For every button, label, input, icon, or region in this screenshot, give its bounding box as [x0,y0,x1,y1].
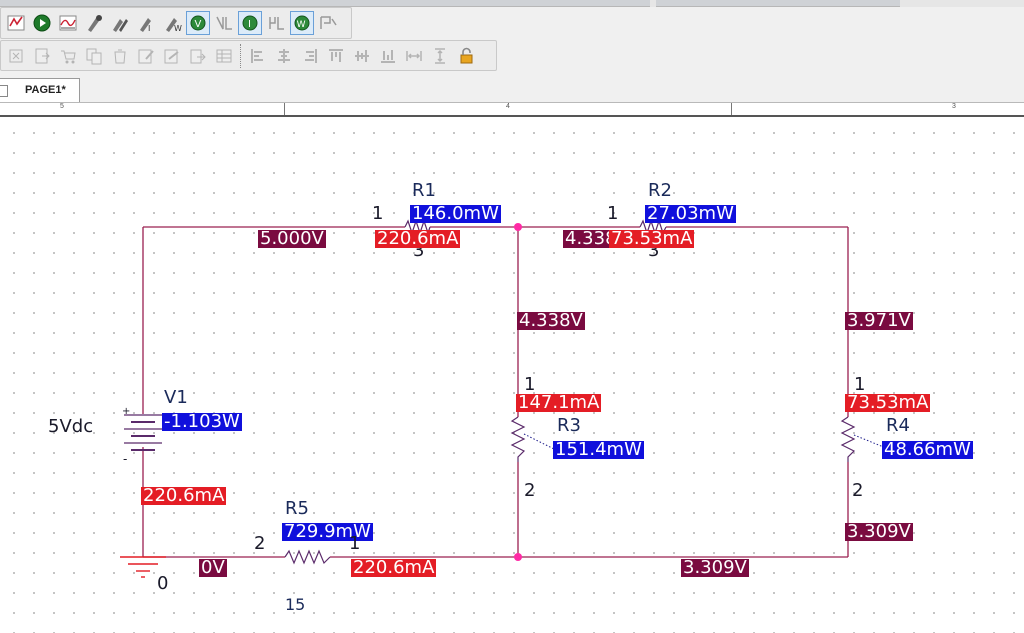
ruler-mark-4: 4 [506,103,510,110]
resistor-r5-symbol[interactable] [284,549,331,565]
run-icon[interactable] [30,11,54,35]
table-icon[interactable] [212,44,236,68]
ruler-tick [731,103,732,115]
ruler-mark-5: 5 [60,103,64,110]
r4-current-label[interactable]: 73.53mA [845,394,931,412]
r3-pin2: 2 [524,480,536,501]
simulation-settings-icon[interactable] [4,11,28,35]
differential-marker-icon[interactable] [108,11,132,35]
r1-power-label[interactable]: 146.0mW [410,205,501,223]
distribute-v-icon[interactable] [428,44,452,68]
ruler-tick [284,103,285,115]
export-icon[interactable] [186,44,210,68]
enable-current-icon[interactable] [264,11,288,35]
r5-pin2: 2 [254,533,266,554]
node-voltage-bottom-right[interactable]: 3.309V [845,523,913,541]
align-center-icon[interactable] [272,44,296,68]
svg-text:V: V [195,19,202,30]
trash-icon[interactable] [108,44,132,68]
align-top-icon[interactable] [324,44,348,68]
svg-text:W: W [174,24,182,33]
show-currents-icon[interactable]: I [238,11,262,35]
v1-current-label[interactable]: 220.6mA [141,487,227,505]
show-power-icon[interactable]: W [290,11,314,35]
toolbar-separator [240,43,242,68]
r3-ref[interactable]: R3 [557,417,581,435]
page-tab-bar: PAGE1* [0,72,1024,103]
r1-current-label[interactable]: 220.6mA [375,230,461,248]
svg-text:I: I [248,19,251,30]
r3-power-label[interactable]: 151.4mW [553,441,644,459]
r5-ref[interactable]: R5 [285,500,309,518]
r3-label-leader [523,433,557,451]
lock-icon[interactable] [454,44,478,68]
copy-icon[interactable] [82,44,106,68]
svg-text:W: W [297,20,306,30]
paste-icon[interactable] [30,44,54,68]
node-voltage-top-left[interactable]: 5.000V [258,230,326,248]
v1-minus: - [123,452,128,466]
schematic-canvas[interactable]: R1 1 3 146.0mW 220.6mA R2 1 3 27.03mW 4.… [0,117,1024,633]
ruler-mark-3: 3 [952,103,956,110]
r5-current-label[interactable]: 220.6mA [351,559,437,577]
voltage-marker-icon[interactable] [82,11,106,35]
r1-pin1: 1 [372,203,384,224]
ground-label: 0 [157,573,169,594]
cart-icon[interactable] [56,44,80,68]
r5-pin1: 1 [349,533,361,554]
node-voltage-right[interactable]: 3.971V [845,312,913,330]
window-tab-strip-left [0,0,650,7]
v1-power-label[interactable]: -1.103W [162,413,242,431]
window-top-strip [0,0,1024,7]
r1-ref[interactable]: R1 [412,182,436,200]
r5-value[interactable]: 15 [285,596,305,614]
svg-text:I: I [148,24,150,33]
distribute-h-icon[interactable] [402,44,426,68]
enable-power-icon[interactable] [316,11,340,35]
align-right-icon[interactable] [298,44,322,68]
align-middle-icon[interactable] [350,44,374,68]
edit2-icon[interactable] [160,44,184,68]
v1-ref[interactable]: V1 [164,389,188,407]
simulation-toolbar: I W V I W [0,7,352,39]
show-voltages-icon[interactable]: V [186,11,210,35]
schematic-wires [120,219,887,578]
node-voltage-middle[interactable]: 4.338V [517,312,585,330]
schematic-page-icon [0,85,8,97]
power-marker-icon[interactable]: W [160,11,184,35]
view-results-icon[interactable] [56,11,80,35]
r3-current-label[interactable]: 147.1mA [516,394,602,412]
r4-power-label[interactable]: 48.66mW [882,441,973,459]
tab-page1-label: PAGE1* [25,84,66,96]
resistor-r4-symbol[interactable] [840,416,856,462]
tab-page1[interactable]: PAGE1* [0,78,80,102]
cut-icon[interactable] [4,44,28,68]
r4-ref[interactable]: R4 [886,417,910,435]
r4-pin2: 2 [852,480,864,501]
align-bottom-icon[interactable] [376,44,400,68]
junction-dot [514,553,522,561]
edit-align-toolbar [0,40,497,71]
r2-ref[interactable]: R2 [648,182,672,200]
current-marker-icon[interactable]: I [134,11,158,35]
window-tab-strip-right [656,0,900,7]
node-voltage-ground[interactable]: 0V [199,559,227,577]
enable-voltage-icon[interactable] [212,11,236,35]
edit-icon[interactable] [134,44,158,68]
align-left-icon[interactable] [246,44,270,68]
junction-dot [514,223,522,231]
v1-plus: + [122,406,131,417]
r2-pin1: 1 [607,203,619,224]
resistor-r3-symbol[interactable] [510,416,526,462]
horizontal-ruler: 5 4 3 [0,103,1024,118]
r2-current-label[interactable]: 73.53mA [609,230,695,248]
node-voltage-bottom-mid[interactable]: 3.309V [681,559,749,577]
v1-value[interactable]: 5Vdc [48,418,93,436]
r2-power-label[interactable]: 27.03mW [645,205,736,223]
